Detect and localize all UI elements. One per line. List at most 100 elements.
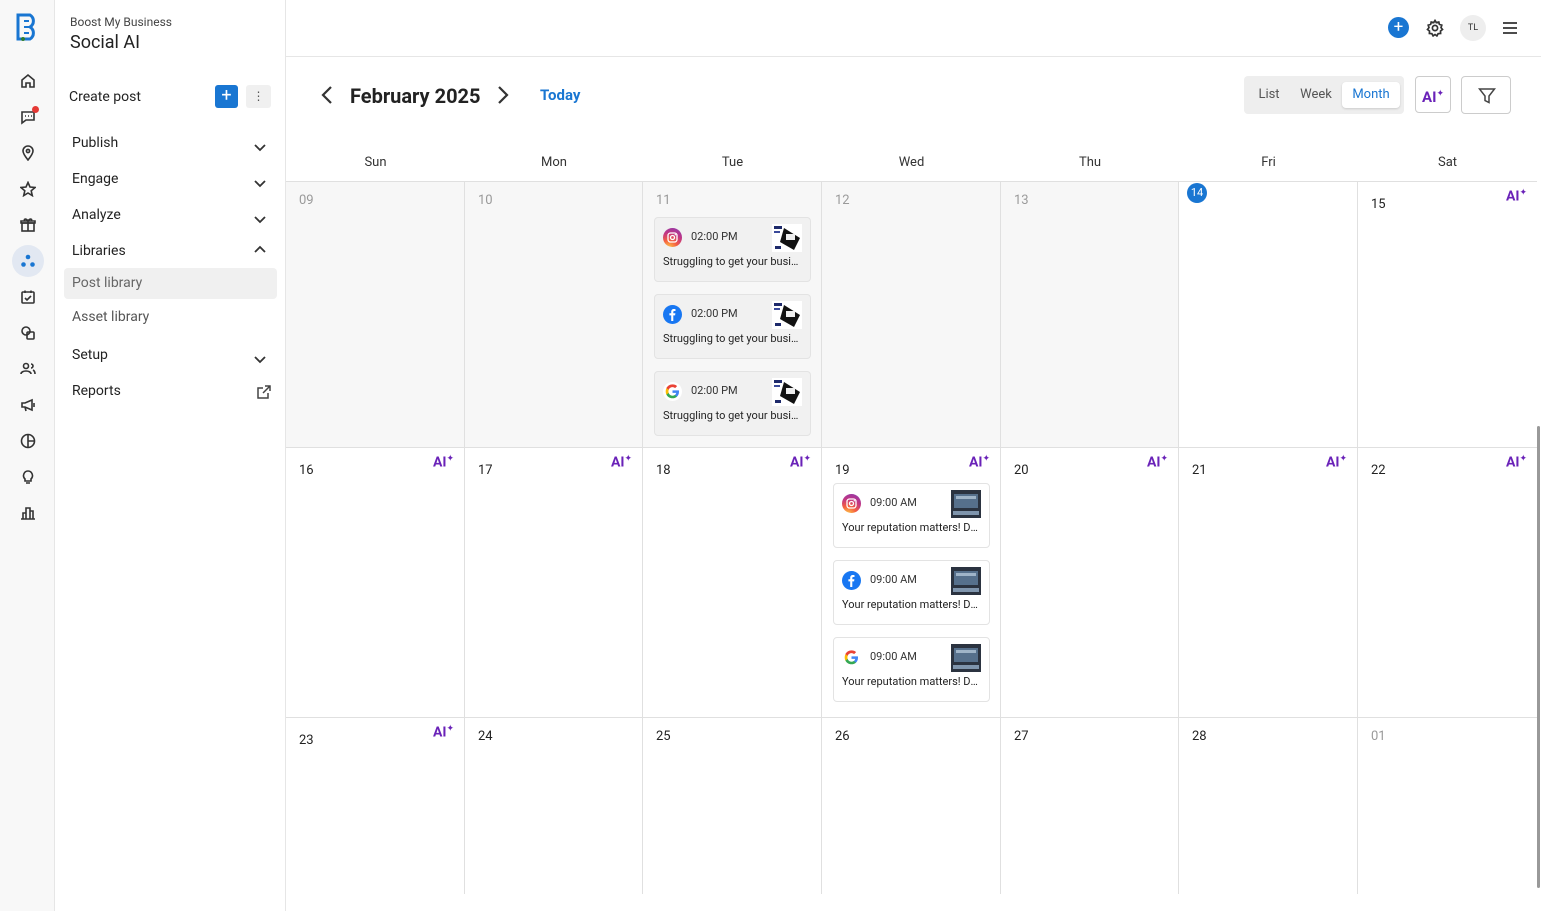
- location-icon[interactable]: [12, 137, 44, 169]
- create-post-button[interactable]: +: [215, 85, 238, 108]
- view-month-button[interactable]: Month: [1342, 82, 1400, 108]
- calendar-day-cell[interactable]: 27: [1001, 718, 1179, 894]
- calendar-day-cell[interactable]: 13: [1001, 182, 1179, 448]
- calendar-day-cell[interactable]: 09: [286, 182, 465, 448]
- day-number: 09: [299, 193, 314, 208]
- view-week-button[interactable]: Week: [1294, 82, 1338, 108]
- filter-button[interactable]: [1461, 76, 1511, 114]
- today-button[interactable]: Today: [540, 86, 580, 104]
- messages-icon[interactable]: [12, 101, 44, 133]
- facebook-icon: [663, 305, 682, 324]
- calendar-day-cell[interactable]: 20 AI✦: [1001, 448, 1179, 718]
- scheduled-post-card[interactable]: 02:00 PM Struggling to get your business …: [654, 217, 811, 282]
- nav-reports[interactable]: Reports: [72, 383, 121, 399]
- chevron-down-icon[interactable]: [253, 175, 267, 189]
- nav-setup[interactable]: Setup: [72, 347, 108, 363]
- today-day-number: 14: [1187, 183, 1207, 203]
- calendar-day-cell[interactable]: 17 AI✦: [465, 448, 643, 718]
- scheduled-post-card[interactable]: 09:00 AM Your reputation matters! Don't l…: [833, 637, 990, 702]
- day-number: 27: [1014, 729, 1029, 744]
- day-number: 20: [1014, 463, 1029, 478]
- ai-generate-icon[interactable]: AI✦: [969, 454, 990, 471]
- calendar-day-cell[interactable]: 22 AI✦: [1358, 448, 1537, 718]
- chevron-down-icon[interactable]: [253, 211, 267, 225]
- scheduled-post-card[interactable]: 09:00 AM Your reputation matters! Don't l…: [833, 483, 990, 548]
- calendar-day-cell[interactable]: 19 AI✦ 09:00 AM Your reputation matters! Do…: [822, 448, 1001, 718]
- day-number: 23: [299, 733, 314, 748]
- hamburger-menu-icon[interactable]: [1501, 19, 1519, 37]
- megaphone-icon[interactable]: [12, 389, 44, 421]
- calendar-day-cell[interactable]: 10: [465, 182, 643, 448]
- bar-chart-icon[interactable]: [12, 497, 44, 529]
- ai-assist-button[interactable]: AI✦: [1415, 76, 1451, 113]
- chevron-right-icon[interactable]: [495, 84, 511, 106]
- nav-analyze[interactable]: Analyze: [72, 207, 121, 223]
- nav-engage[interactable]: Engage: [72, 171, 118, 187]
- view-list-button[interactable]: List: [1252, 82, 1286, 108]
- star-icon[interactable]: [12, 173, 44, 205]
- google-icon: [842, 648, 861, 667]
- calendar-day-cell[interactable]: 28: [1179, 718, 1358, 894]
- scheduled-post-card[interactable]: 02:00 PM Struggling to get your business …: [654, 294, 811, 359]
- day-number: 28: [1192, 729, 1207, 744]
- calendar-day-cell[interactable]: 11 02:00 PM Struggling to get your busines…: [643, 182, 822, 448]
- chevron-down-icon[interactable]: [253, 139, 267, 153]
- post-time: 09:00 AM: [870, 650, 917, 663]
- ai-generate-icon[interactable]: AI✦: [433, 454, 454, 471]
- calendar-day-cell[interactable]: 18 AI✦: [643, 448, 822, 718]
- calendar-day-cell[interactable]: 12: [822, 182, 1001, 448]
- external-link-icon[interactable]: [257, 384, 271, 399]
- ai-generate-icon[interactable]: AI✦: [1326, 454, 1347, 471]
- social-icon[interactable]: [12, 245, 44, 277]
- nav-libraries[interactable]: Libraries: [72, 243, 126, 259]
- calendar-day-cell[interactable]: 16 AI✦: [286, 448, 465, 718]
- nav-publish[interactable]: Publish: [72, 135, 118, 151]
- contacts-icon[interactable]: [12, 353, 44, 385]
- post-text: Your reputation matters! Don't let negat…: [842, 521, 982, 534]
- tasks-icon[interactable]: [12, 281, 44, 313]
- chevron-up-icon[interactable]: [253, 242, 267, 256]
- google-icon: [663, 382, 682, 401]
- ai-generate-icon[interactable]: AI✦: [1147, 454, 1168, 471]
- chat-icon[interactable]: [12, 317, 44, 349]
- scheduled-post-card[interactable]: 02:00 PM Struggling to get your business …: [654, 371, 811, 436]
- calendar-day-cell[interactable]: 26: [822, 718, 1001, 894]
- nav-asset-library[interactable]: Asset library: [64, 302, 277, 333]
- facebook-icon: [842, 571, 861, 590]
- day-number: 16: [299, 463, 314, 478]
- avatar[interactable]: TL: [1460, 15, 1486, 41]
- chevron-left-icon[interactable]: [319, 84, 335, 106]
- scheduled-post-card[interactable]: 09:00 AM Your reputation matters! Don't l…: [833, 560, 990, 625]
- nav-post-library[interactable]: Post library: [64, 268, 277, 299]
- day-number: 11: [656, 193, 671, 208]
- post-text: Your reputation matters! Don't let negat…: [842, 675, 982, 688]
- chevron-down-icon[interactable]: [253, 351, 267, 365]
- chart-pie-icon[interactable]: [12, 425, 44, 457]
- calendar-day-cell[interactable]: 14: [1179, 182, 1358, 448]
- day-number: 15: [1371, 197, 1386, 212]
- calendar-day-cell[interactable]: 01: [1358, 718, 1537, 894]
- calendar-day-cell[interactable]: 23 AI✦: [286, 718, 465, 894]
- ai-generate-icon[interactable]: AI✦: [1506, 454, 1527, 471]
- calendar-day-cell[interactable]: 15 AI✦: [1358, 182, 1537, 448]
- month-grid: 09 10 11 02:00 PM Struggling to get your bus…: [286, 181, 1537, 894]
- day-number: 21: [1192, 463, 1207, 478]
- ai-generate-icon[interactable]: AI✦: [790, 454, 811, 471]
- post-time: 02:00 PM: [691, 307, 738, 320]
- ai-generate-icon[interactable]: AI✦: [1506, 188, 1527, 205]
- more-options-icon[interactable]: ⋮: [246, 85, 271, 108]
- gift-icon[interactable]: [12, 209, 44, 241]
- calendar-day-cell[interactable]: 24: [465, 718, 643, 894]
- calendar-day-cell[interactable]: 21 AI✦: [1179, 448, 1358, 718]
- scrollbar[interactable]: [1537, 426, 1540, 888]
- calendar-day-cell[interactable]: 25: [643, 718, 822, 894]
- month-title: February 2025: [350, 84, 481, 108]
- add-icon[interactable]: +: [1388, 17, 1409, 38]
- home-icon[interactable]: [12, 65, 44, 97]
- brand-logo-icon[interactable]: [14, 12, 42, 42]
- lightbulb-icon[interactable]: [12, 461, 44, 493]
- ai-generate-icon[interactable]: AI✦: [433, 724, 454, 741]
- day-number: 22: [1371, 463, 1386, 478]
- gear-icon[interactable]: [1426, 18, 1444, 38]
- ai-generate-icon[interactable]: AI✦: [611, 454, 632, 471]
